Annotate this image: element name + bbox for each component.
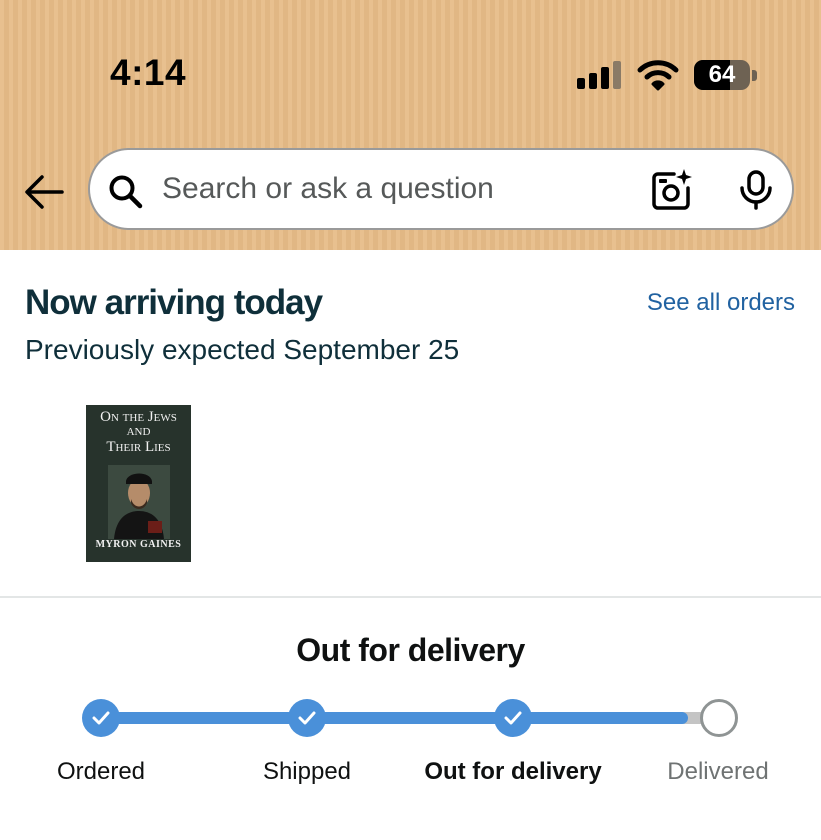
battery-indicator: 64 xyxy=(694,60,750,90)
delivery-status-title: Out for delivery xyxy=(296,632,525,668)
step-label-delivered: Delivered xyxy=(667,758,769,785)
step-dot-shipped xyxy=(288,699,326,737)
camera-search-button[interactable] xyxy=(650,168,692,210)
see-all-orders-link[interactable]: See all orders xyxy=(647,289,795,317)
search-icon xyxy=(109,175,143,209)
product-thumbnail[interactable]: On the Jews and Their Lies Myron Gaines xyxy=(86,405,191,562)
back-button[interactable] xyxy=(22,172,66,212)
step-label-ordered: Ordered xyxy=(56,758,146,785)
checkmark-icon xyxy=(298,711,316,725)
voice-search-button[interactable] xyxy=(738,170,774,210)
section-divider xyxy=(0,596,821,598)
cellular-signal-icon xyxy=(577,61,621,89)
battery-cap xyxy=(752,70,757,81)
step-dot-ordered xyxy=(82,699,120,737)
cover-portrait-image xyxy=(108,465,170,539)
expected-date-note: Previously expected September 25 xyxy=(25,334,460,365)
step-label-out-for-delivery: Out for delivery xyxy=(424,758,602,785)
search-bar[interactable] xyxy=(88,148,794,230)
progress-track-fill xyxy=(101,712,689,724)
step-dot-delivered xyxy=(700,699,738,737)
search-input[interactable] xyxy=(162,164,622,214)
wifi-icon xyxy=(637,60,679,91)
arrow-left-icon xyxy=(25,175,64,209)
checkmark-icon xyxy=(504,711,522,725)
app-header: 4:14 64 xyxy=(0,0,821,250)
status-time: 4:14 xyxy=(110,52,187,93)
microphone-icon xyxy=(740,170,772,210)
battery-percent: 64 xyxy=(708,61,736,88)
step-dot-out-for-delivery xyxy=(494,699,532,737)
step-label-shipped: Shipped xyxy=(262,758,352,785)
checkmark-icon xyxy=(92,711,110,725)
cover-title: On the Jews and Their Lies xyxy=(100,409,177,455)
cover-author: Myron Gaines xyxy=(95,539,182,550)
arrival-headline: Now arriving today xyxy=(25,283,323,322)
camera-sparkle-icon xyxy=(652,169,692,210)
